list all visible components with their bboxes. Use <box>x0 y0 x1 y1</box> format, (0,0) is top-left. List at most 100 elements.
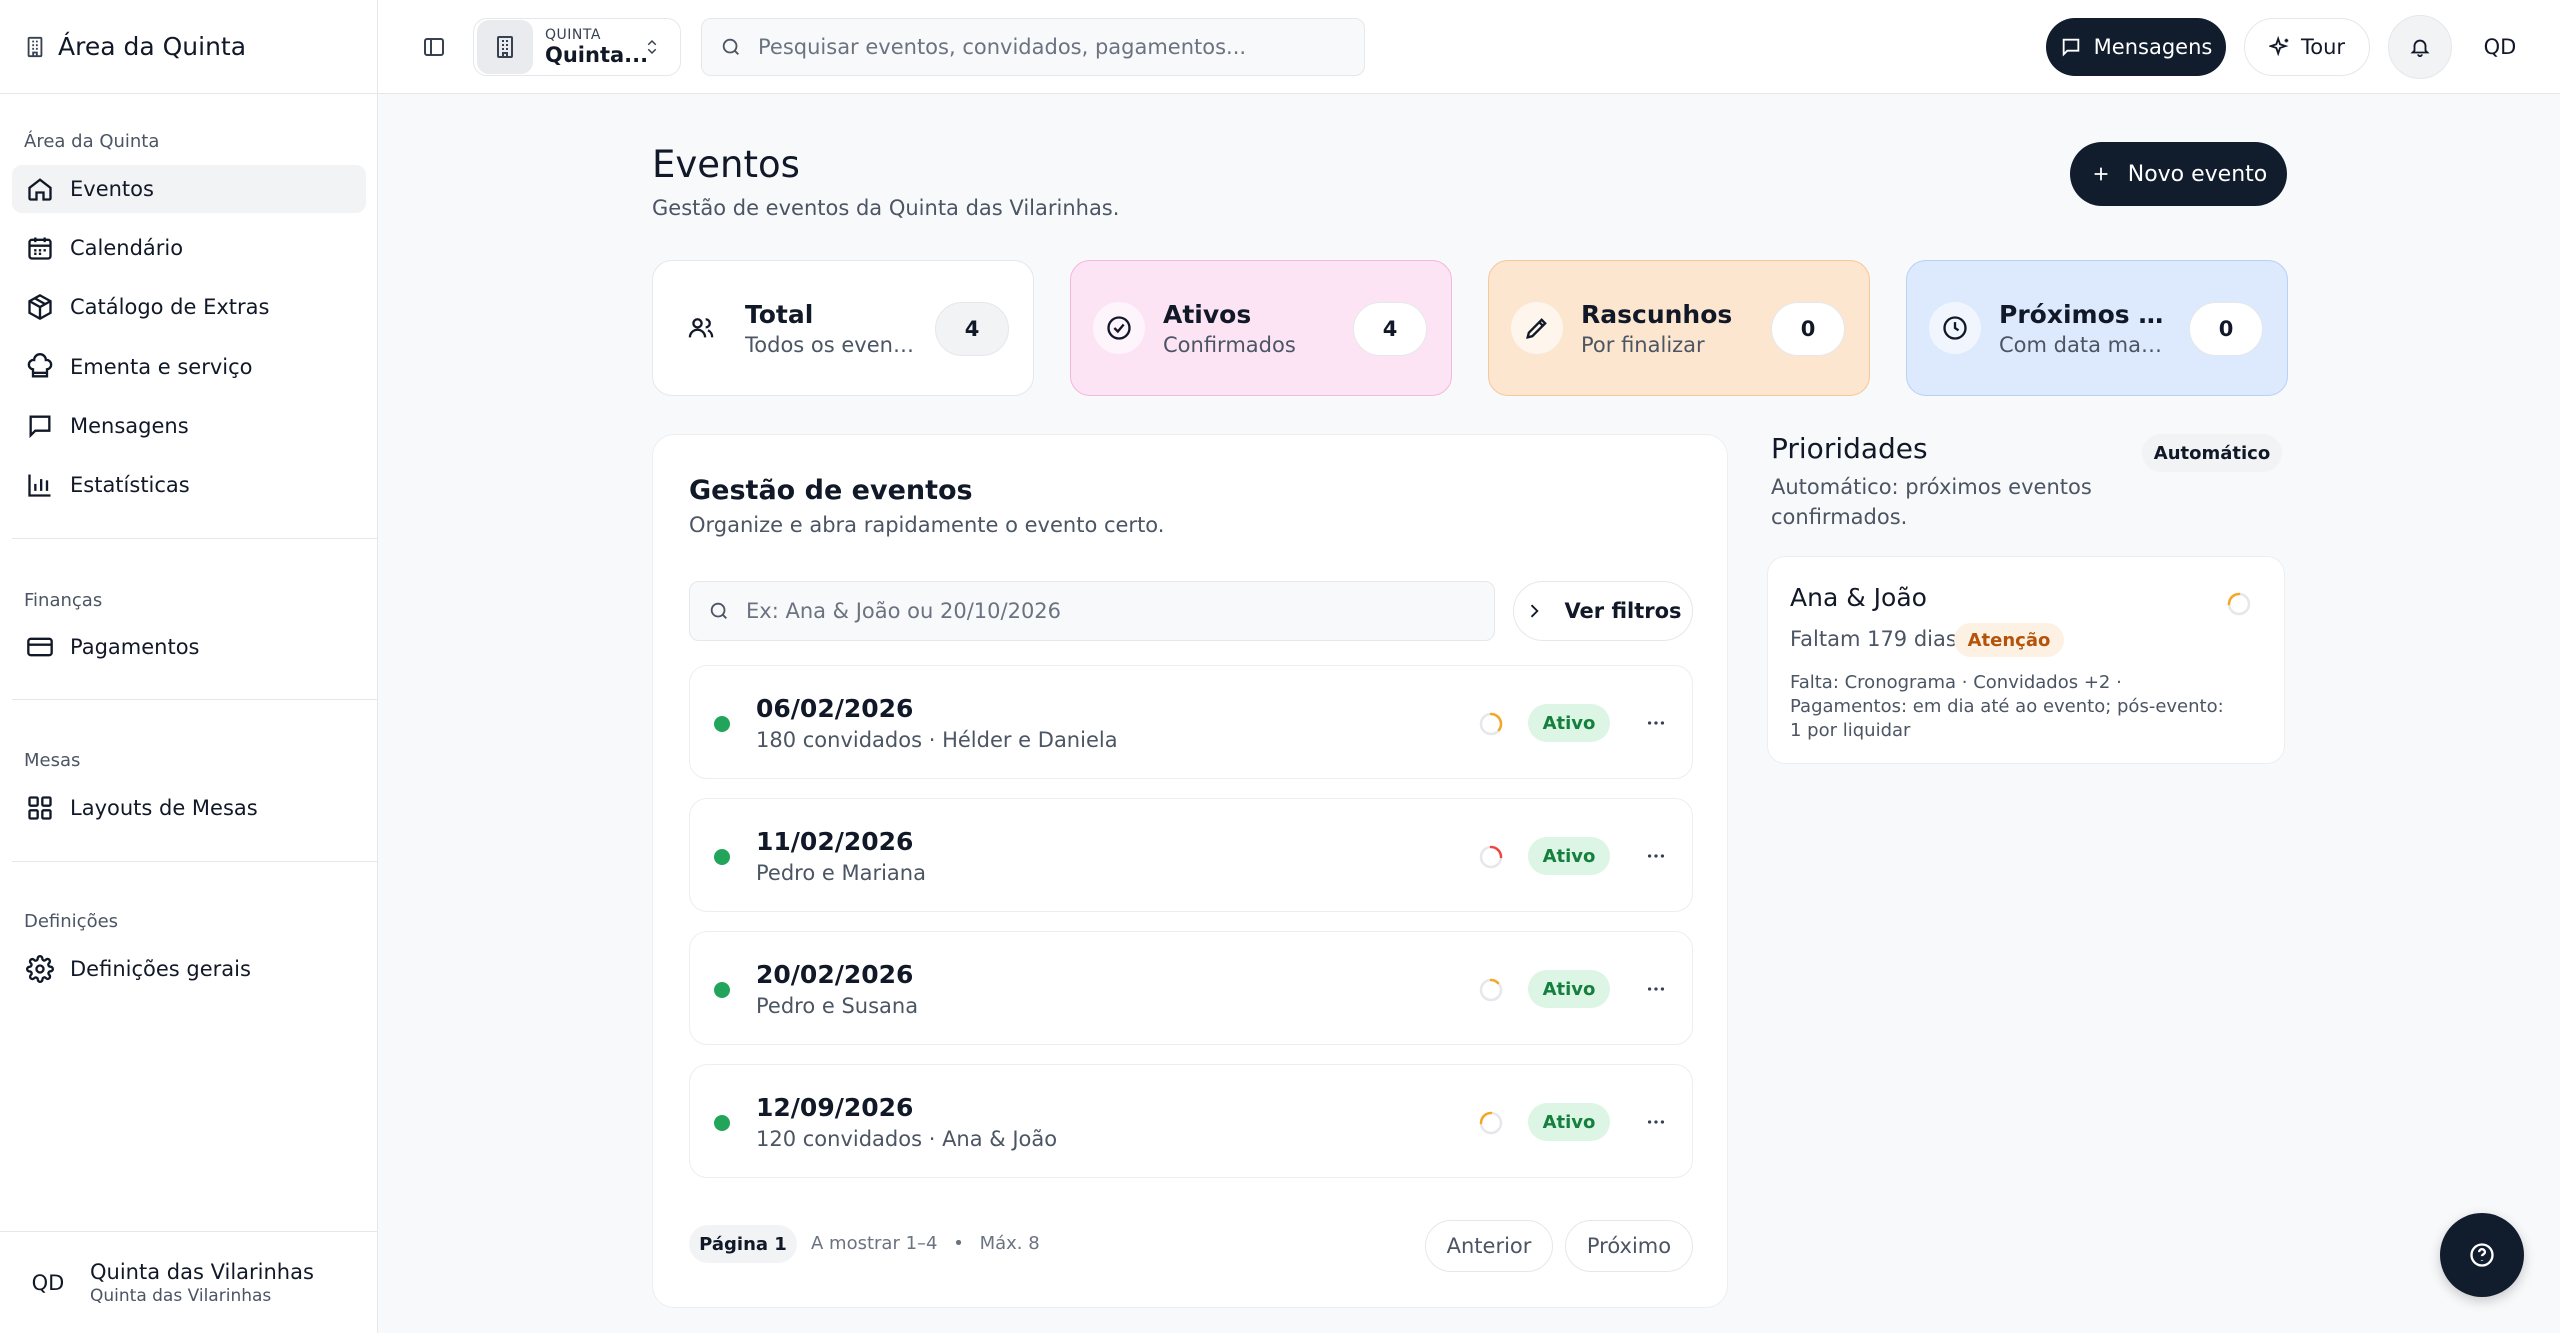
gear-icon <box>26 955 54 983</box>
stat-count: 0 <box>2189 302 2263 356</box>
sidebar-toggle-button[interactable] <box>414 27 454 67</box>
event-date: 12/09/2026 <box>756 1093 914 1122</box>
page-title: Eventos <box>652 143 800 186</box>
more-options-button[interactable] <box>1636 1103 1676 1141</box>
tour-button[interactable]: Tour <box>2244 18 2370 76</box>
previous-page-button[interactable]: Anterior <box>1425 1220 1553 1272</box>
user-avatar-button[interactable]: QD <box>2468 15 2532 79</box>
avatar: QD <box>31 1270 65 1295</box>
status-dot <box>714 716 730 732</box>
stat-icon-box <box>1511 302 1563 354</box>
event-description: Pedro e Susana <box>756 994 919 1018</box>
priority-card-detail: Falta: Cronograma · Convidados +2 · Paga… <box>1790 672 2224 741</box>
stat-card-total[interactable]: Total Todos os eventos 4 <box>652 260 1034 396</box>
help-button[interactable] <box>2440 1213 2524 1297</box>
more-options-button[interactable] <box>1636 704 1676 742</box>
bar-chart-icon <box>28 474 51 497</box>
global-search-input[interactable] <box>758 35 1338 59</box>
quinta-selector-icon-box <box>477 20 533 74</box>
sidebar-divider <box>12 538 378 539</box>
grid-icon <box>28 796 52 820</box>
next-page-button[interactable]: Próximo <box>1565 1220 1693 1272</box>
sidebar-item-catalogo[interactable]: Catálogo de Extras <box>12 283 366 331</box>
priority-card[interactable]: Ana & João Faltam 179 dias Atenção Falta… <box>1767 556 2285 764</box>
progress-ring-icon <box>1479 978 1503 1002</box>
status-dot <box>714 849 730 865</box>
stat-title: Ativos <box>1163 299 1252 329</box>
panel-left-icon <box>424 38 444 56</box>
sidebar-item-label: Mensagens <box>70 414 189 438</box>
sidebar-item-label: Eventos <box>70 177 154 201</box>
credit-card-icon <box>27 637 53 657</box>
user-footer[interactable]: QD Quinta das Vilarinhas Quinta das Vila… <box>0 1231 378 1333</box>
building-icon <box>27 36 43 57</box>
quinta-selector-value: Quinta... <box>545 43 649 67</box>
max-per-page: Máx. 8 <box>979 1233 1040 1254</box>
stat-subtitle: Com data marcada <box>1999 332 2169 357</box>
sidebar-item-eventos[interactable]: Eventos <box>12 165 366 213</box>
event-date: 11/02/2026 <box>756 827 914 856</box>
search-icon <box>710 602 727 619</box>
stat-subtitle: Todos os eventos <box>745 332 915 357</box>
more-horizontal-icon <box>1647 987 1665 991</box>
status-badge: Ativo <box>1528 970 1610 1008</box>
sparkles-icon <box>2268 36 2289 57</box>
status-dot <box>714 1115 730 1131</box>
tour-button-label: Tour <box>2300 35 2346 59</box>
quinta-selector[interactable]: QUINTA Quinta... <box>473 18 681 76</box>
stat-subtitle: Confirmados <box>1163 332 1296 357</box>
stat-card-ativos[interactable]: Ativos Confirmados 4 <box>1070 260 1452 396</box>
event-description: 180 convidados · Hélder e Daniela <box>756 728 1118 752</box>
stat-card-proximos[interactable]: Próximos 30 dias Com data marcada 0 <box>1906 260 2288 396</box>
sidebar-item-layouts[interactable]: Layouts de Mesas <box>12 784 366 832</box>
priority-card-days: Faltam 179 dias <box>1790 627 1957 651</box>
progress-ring-icon <box>1479 845 1503 869</box>
new-event-button-label: Novo evento <box>2127 161 2268 187</box>
status-badge: Ativo <box>1528 1103 1610 1141</box>
stat-title: Próximos 30 dias <box>1999 299 2169 329</box>
stat-icon-box <box>1929 302 1981 354</box>
events-panel-title: Gestão de eventos <box>689 475 973 506</box>
sidebar-divider <box>12 861 378 862</box>
pencil-icon <box>1526 318 1547 339</box>
page-subtitle: Gestão de eventos da Quinta das Vilarinh… <box>652 196 1120 220</box>
sidebar-item-definicoes[interactable]: Definições gerais <box>12 945 366 993</box>
pagination-info: A mostrar 1–4 • Máx. 8 <box>811 1233 1040 1254</box>
sidebar-item-mensagens[interactable]: Mensagens <box>12 402 366 450</box>
sidebar-item-calendario[interactable]: Calendário <box>12 224 366 272</box>
chef-hat-icon <box>27 353 53 378</box>
sidebar-item-label: Estatísticas <box>70 473 190 497</box>
plus-icon <box>2094 167 2108 181</box>
quinta-selector-label: QUINTA <box>545 27 601 43</box>
events-search-input[interactable] <box>746 599 1466 623</box>
event-description: 120 convidados · Ana & João <box>756 1127 1058 1151</box>
sidebar-item-label: Layouts de Mesas <box>70 796 258 820</box>
event-row[interactable]: 06/02/2026 180 convidados · Hélder e Dan… <box>689 665 1693 779</box>
sidebar-item-label: Pagamentos <box>70 635 200 659</box>
section-label-financas: Finanças <box>24 590 103 611</box>
event-date: 20/02/2026 <box>756 960 914 989</box>
event-row[interactable]: 12/09/2026 120 convidados · Ana & João A… <box>689 1064 1693 1178</box>
stat-icon-box <box>675 302 727 354</box>
home-icon <box>28 178 52 201</box>
event-row[interactable]: 20/02/2026 Pedro e Susana Ativo <box>689 931 1693 1045</box>
sidebar-item-pagamentos[interactable]: Pagamentos <box>12 623 366 671</box>
section-label-definicoes: Definições <box>24 911 119 932</box>
filters-button-label: Ver filtros <box>1564 599 1682 623</box>
messages-button[interactable]: Mensagens <box>2046 18 2226 76</box>
filters-button[interactable]: Ver filtros <box>1513 581 1693 641</box>
new-event-button[interactable]: Novo evento <box>2070 142 2287 206</box>
sidebar-item-estatisticas[interactable]: Estatísticas <box>12 461 366 509</box>
attention-badge: Atenção <box>1954 623 2064 657</box>
more-options-button[interactable] <box>1636 970 1676 1008</box>
status-dot <box>714 982 730 998</box>
sidebar: Área da Quinta Área da Quinta Eventos Ca… <box>0 0 378 1333</box>
more-options-button[interactable] <box>1636 837 1676 875</box>
sidebar-item-ementa[interactable]: Ementa e serviço <box>12 343 366 391</box>
sidebar-divider <box>12 699 378 700</box>
chevron-right-icon <box>1531 604 1540 618</box>
sidebar-item-label: Definições gerais <box>70 957 251 981</box>
stat-card-rascunhos[interactable]: Rascunhos Por finalizar 0 <box>1488 260 1870 396</box>
notifications-button[interactable] <box>2388 15 2452 79</box>
event-row[interactable]: 11/02/2026 Pedro e Mariana Ativo <box>689 798 1693 912</box>
